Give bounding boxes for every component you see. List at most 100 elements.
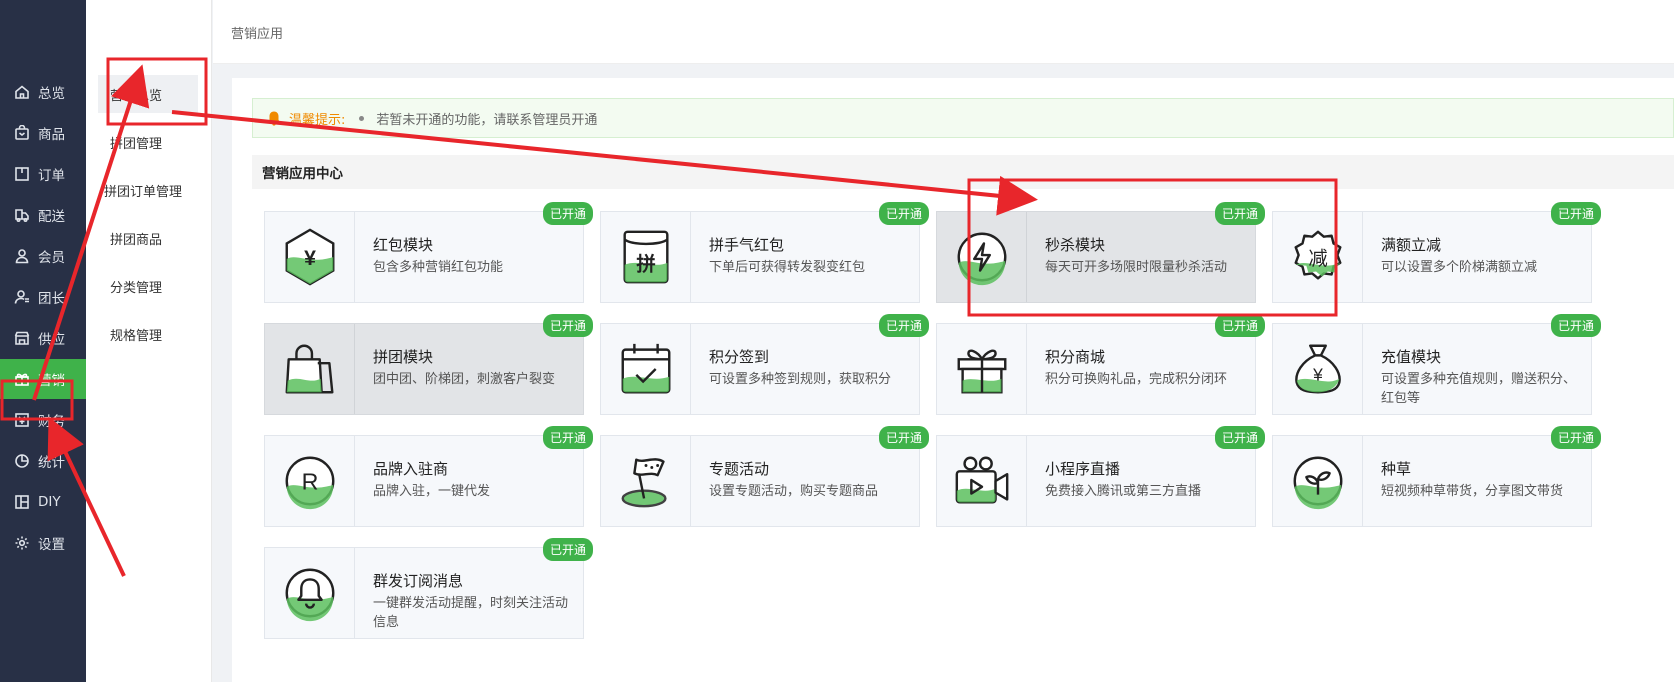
card-title: 群发订阅消息 bbox=[373, 572, 464, 590]
main-content: 温馨提示: 若暂未开通的功能，请联系管理员开通 营销应用中心 ¥ 红包模块 包含… bbox=[232, 78, 1674, 682]
subnav-item-category[interactable]: 分类管理 bbox=[98, 267, 198, 305]
card-title: 积分商城 bbox=[1045, 348, 1106, 366]
status-badge: 已开通 bbox=[878, 426, 929, 449]
nav-item-diy[interactable]: DIY bbox=[0, 482, 86, 522]
nav-item-stats[interactable]: 统计 bbox=[0, 441, 86, 481]
card-title: 满额立减 bbox=[1381, 236, 1442, 254]
section-title: 营销应用中心 bbox=[252, 155, 1674, 189]
nav-item-settings[interactable]: 设置 bbox=[0, 523, 86, 563]
card-icon-box: 拼 bbox=[601, 212, 691, 302]
subnav-item-spec[interactable]: 规格管理 bbox=[98, 315, 198, 353]
card-title: 拼手气红包 bbox=[709, 236, 785, 254]
nav-item-label: 统计 bbox=[38, 455, 65, 471]
calendar-check-icon bbox=[621, 343, 670, 394]
card-desc: 一键群发活动提醒，时刻关注活动信息 bbox=[373, 596, 569, 630]
sprout-icon bbox=[1293, 456, 1342, 510]
subnav-item-overview[interactable]: 营销总览 bbox=[98, 75, 198, 113]
nav-item-leader[interactable]: 团长 bbox=[0, 277, 86, 317]
card-title: 品牌入驻商 bbox=[373, 460, 449, 478]
card-sign-in[interactable]: 积分签到 可设置多种签到规则，获取积分 已开通 bbox=[600, 314, 929, 415]
tip-label: 温馨提示: bbox=[289, 112, 346, 128]
status-badge: 已开通 bbox=[878, 314, 929, 337]
status-badge: 已开通 bbox=[1550, 314, 1601, 337]
card-recharge[interactable]: ¥ 充值模块 可设置多种充值规则，赠送积分、红包等 已开通 bbox=[1272, 314, 1601, 415]
card-icon-box bbox=[937, 436, 1027, 526]
subnav-item-group-manage[interactable]: 拼团管理 bbox=[98, 123, 198, 161]
status-badge: 已开通 bbox=[1214, 426, 1265, 449]
brand-icon: R bbox=[285, 456, 334, 510]
breadcrumb: 营销应用 bbox=[231, 27, 284, 42]
card-icon-box: ¥ bbox=[265, 212, 355, 302]
svg-text:¥: ¥ bbox=[1312, 365, 1323, 385]
pie-icon bbox=[14, 453, 30, 469]
store-icon bbox=[14, 330, 30, 346]
card-desc: 品牌入驻，一键代发 bbox=[373, 484, 491, 499]
order-icon bbox=[14, 166, 30, 182]
card-title: 红包模块 bbox=[373, 236, 434, 254]
nav-item-finance[interactable]: 财务 bbox=[0, 400, 86, 440]
group-buy-icon bbox=[285, 344, 333, 394]
svg-text:R: R bbox=[301, 469, 318, 495]
card-discount[interactable]: 减 满额立减 可以设置多个阶梯满额立减 已开通 bbox=[1272, 202, 1601, 303]
status-badge: 已开通 bbox=[1550, 202, 1601, 225]
status-badge: 已开通 bbox=[542, 426, 593, 449]
bag-icon bbox=[14, 125, 30, 141]
card-live[interactable]: 小程序直播 免费接入腾讯或第三方直播 已开通 bbox=[936, 426, 1265, 527]
card-flash-sale[interactable]: 秒杀模块 每天可开多场限时限量秒杀活动 已开通 bbox=[936, 202, 1265, 303]
card-seeding[interactable]: 种草 短视频种草带货，分享图文带货 已开通 bbox=[1272, 426, 1601, 527]
status-badge: 已开通 bbox=[542, 538, 593, 561]
nav-item-label: 团长 bbox=[38, 291, 65, 307]
card-icon-box: R bbox=[265, 436, 355, 526]
nav-item-supply[interactable]: 供应 bbox=[0, 318, 86, 358]
svg-text:减: 减 bbox=[1308, 248, 1327, 270]
sub-sidebar: 营销总览 拼团管理 拼团订单管理 拼团商品 分类管理 规格管理 bbox=[86, 0, 212, 682]
card-group-buy[interactable]: 拼团模块 团中团、阶梯团，刺激客户裂变 已开通 bbox=[264, 314, 593, 415]
card-topic[interactable]: 专题活动 设置专题活动，购买专题商品 已开通 bbox=[600, 426, 929, 527]
gear-icon bbox=[14, 535, 30, 551]
nav-item-members[interactable]: 会员 bbox=[0, 236, 86, 276]
nav-item-label: 配送 bbox=[38, 209, 65, 225]
gift-icon bbox=[14, 371, 30, 387]
nav-item-orders[interactable]: 订单 bbox=[0, 154, 86, 194]
bell-icon bbox=[285, 568, 334, 622]
lucky-packet-icon: 拼 bbox=[622, 230, 669, 284]
main-sidebar: 总览 商品 订单 配送 会员 团长 供应 营销 财务 统计 DIY 设置 bbox=[0, 0, 86, 682]
card-subscribe-msg[interactable]: 群发订阅消息 一键群发活动提醒，时刻关注活动信息 已开通 bbox=[264, 538, 593, 639]
card-icon-box bbox=[265, 548, 355, 638]
status-badge: 已开通 bbox=[878, 202, 929, 225]
nav-item-overview[interactable]: 总览 bbox=[0, 72, 86, 112]
bullet-dot bbox=[359, 115, 365, 121]
card-desc: 可设置多种签到规则，获取积分 bbox=[709, 372, 892, 387]
subnav-item-group-goods[interactable]: 拼团商品 bbox=[98, 219, 198, 257]
svg-text:拼: 拼 bbox=[636, 253, 655, 276]
bell-icon bbox=[267, 110, 281, 126]
card-desc: 团中团、阶梯团，刺激客户裂变 bbox=[373, 372, 556, 387]
live-camera-icon bbox=[955, 456, 1008, 504]
card-desc: 包含多种营销红包功能 bbox=[373, 260, 504, 275]
nav-item-label: 设置 bbox=[38, 537, 65, 553]
card-icon-box bbox=[937, 324, 1027, 414]
card-desc: 免费接入腾讯或第三方直播 bbox=[1045, 484, 1202, 499]
card-brand[interactable]: R 品牌入驻商 品牌入驻，一键代发 已开通 bbox=[264, 426, 593, 527]
nav-item-delivery[interactable]: 配送 bbox=[0, 195, 86, 235]
nav-item-label: 订单 bbox=[38, 168, 65, 184]
card-red-packet[interactable]: ¥ 红包模块 包含多种营销红包功能 已开通 bbox=[264, 202, 593, 303]
card-title: 拼团模块 bbox=[373, 348, 434, 366]
status-badge: 已开通 bbox=[542, 314, 593, 337]
page-header: 营销应用 bbox=[213, 0, 1674, 64]
money-bag-icon: ¥ bbox=[1294, 344, 1341, 394]
card-lucky-packet[interactable]: 拼 拼手气红包 下单后可获得转发裂变红包 已开通 bbox=[600, 202, 929, 303]
leader-icon bbox=[14, 289, 30, 305]
svg-text:¥: ¥ bbox=[304, 246, 316, 270]
nav-item-marketing[interactable]: 营销 bbox=[0, 359, 86, 399]
nav-item-label: 供应 bbox=[38, 332, 65, 348]
card-points-mall[interactable]: 积分商城 积分可换购礼品，完成积分闭环 已开通 bbox=[936, 314, 1265, 415]
nav-item-goods[interactable]: 商品 bbox=[0, 113, 86, 153]
status-badge: 已开通 bbox=[1550, 426, 1601, 449]
card-desc: 设置专题活动，购买专题商品 bbox=[709, 484, 879, 499]
user-icon bbox=[14, 248, 30, 264]
card-title: 秒杀模块 bbox=[1045, 236, 1106, 254]
card-title: 充值模块 bbox=[1381, 348, 1442, 366]
card-icon-box: ¥ bbox=[1273, 324, 1363, 414]
subnav-item-group-orders[interactable]: 拼团订单管理 bbox=[92, 171, 192, 209]
